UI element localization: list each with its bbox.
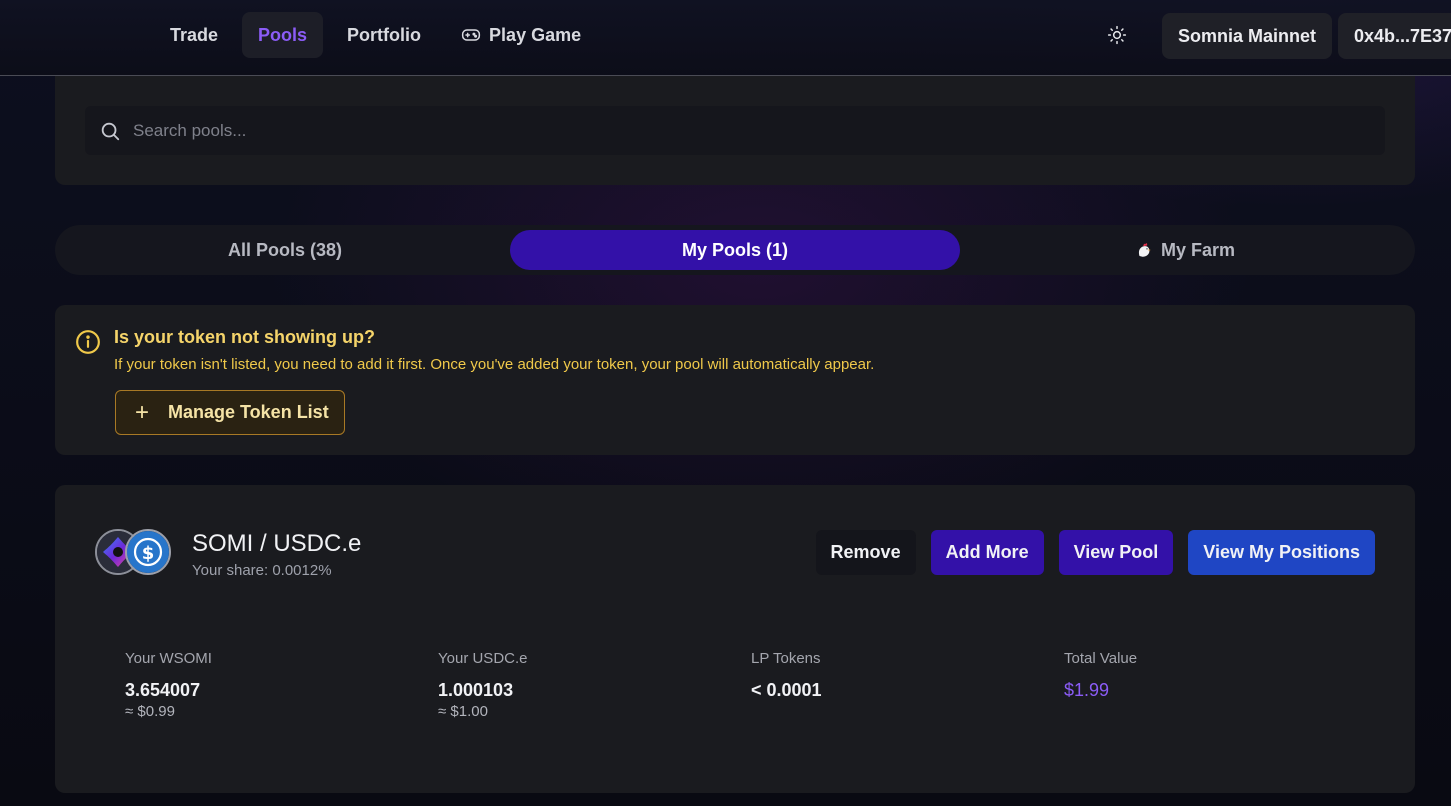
pool-tabs: All Pools (38) My Pools (1) My Farm	[55, 225, 1415, 275]
stat-value: $1.99	[1064, 680, 1110, 700]
pool-position-card: $ SOMI / USDC.e Your share: 0.0012% Remo…	[55, 485, 1415, 793]
tab-my-pools[interactable]: My Pools (1)	[510, 230, 960, 270]
pool-pair-name: SOMI / USDC.e	[192, 530, 362, 557]
stat-value: 1.000103	[438, 680, 514, 700]
wallet-address-button[interactable]: 0x4b...7E37	[1338, 13, 1451, 59]
stat-value: 3.654007	[125, 680, 201, 700]
theme-toggle-button[interactable]	[1100, 18, 1134, 52]
view-pool-button[interactable]: View Pool	[1058, 530, 1174, 575]
view-my-positions-button[interactable]: View My Positions	[1188, 530, 1375, 575]
search-card	[55, 76, 1415, 185]
pool-stats: Your WSOMI 3.654007 ≈ $0.99 Your USDC.e …	[125, 650, 1377, 720]
remove-button[interactable]: Remove	[815, 530, 916, 575]
nav-play-game[interactable]: Play Game	[445, 12, 597, 58]
main-nav: Trade Pools Portfolio Play Game	[154, 12, 597, 58]
pool-actions: Remove Add More View Pool View My Positi…	[815, 530, 1375, 575]
stat-label: Total Value	[1064, 650, 1138, 667]
search-box	[85, 106, 1385, 155]
manage-token-list-label: Manage Token List	[168, 402, 329, 422]
manage-token-list-button[interactable]: + Manage Token List	[115, 390, 345, 435]
pair-token-icons: $	[95, 529, 175, 577]
nav-portfolio[interactable]: Portfolio	[331, 12, 437, 58]
stat-label: Your WSOMI	[125, 650, 212, 667]
tab-my-farm[interactable]: My Farm	[960, 230, 1410, 270]
network-selector-button[interactable]: Somnia Mainnet	[1162, 13, 1333, 59]
usdc-token-icon: $	[125, 529, 171, 575]
stat-usd-value: ≈ $1.00	[438, 703, 488, 720]
stat-usd-value: ≈ $0.99	[125, 703, 175, 720]
plus-icon: +	[134, 398, 149, 426]
add-more-button[interactable]: Add More	[930, 530, 1044, 575]
stat-total-value: Total Value $1.99	[1064, 650, 1377, 720]
sun-icon	[1107, 25, 1127, 45]
search-pools-input[interactable]	[133, 120, 1333, 141]
stat-value: < 0.0001	[751, 680, 822, 700]
svg-text:$: $	[142, 543, 155, 564]
info-icon	[76, 330, 100, 354]
notice-text: If your token isn't listed, you need to …	[114, 356, 875, 373]
stat-lp-tokens: LP Tokens < 0.0001	[751, 650, 1064, 720]
tab-my-farm-label: My Farm	[1160, 239, 1236, 260]
gamepad-icon	[461, 29, 481, 41]
stat-label: LP Tokens	[751, 650, 821, 667]
stat-wsomi: Your WSOMI 3.654007 ≈ $0.99	[125, 650, 438, 720]
notice-title: Is your token not showing up?	[114, 327, 375, 347]
token-notice-card: Is your token not showing up? If your to…	[55, 305, 1415, 455]
search-icon	[101, 122, 120, 140]
nav-trade[interactable]: Trade	[154, 12, 234, 58]
nav-play-game-label: Play Game	[489, 24, 582, 45]
chicken-icon	[1138, 243, 1151, 257]
top-navigation-bar: Trade Pools Portfolio Play Game Somnia M…	[0, 0, 1451, 76]
tab-all-pools[interactable]: All Pools (38)	[60, 230, 510, 270]
pool-share: Your share: 0.0012%	[192, 562, 332, 579]
nav-pools[interactable]: Pools	[242, 12, 324, 58]
stat-usdc: Your USDC.e 1.000103 ≈ $1.00	[438, 650, 751, 720]
stat-label: Your USDC.e	[438, 650, 528, 667]
